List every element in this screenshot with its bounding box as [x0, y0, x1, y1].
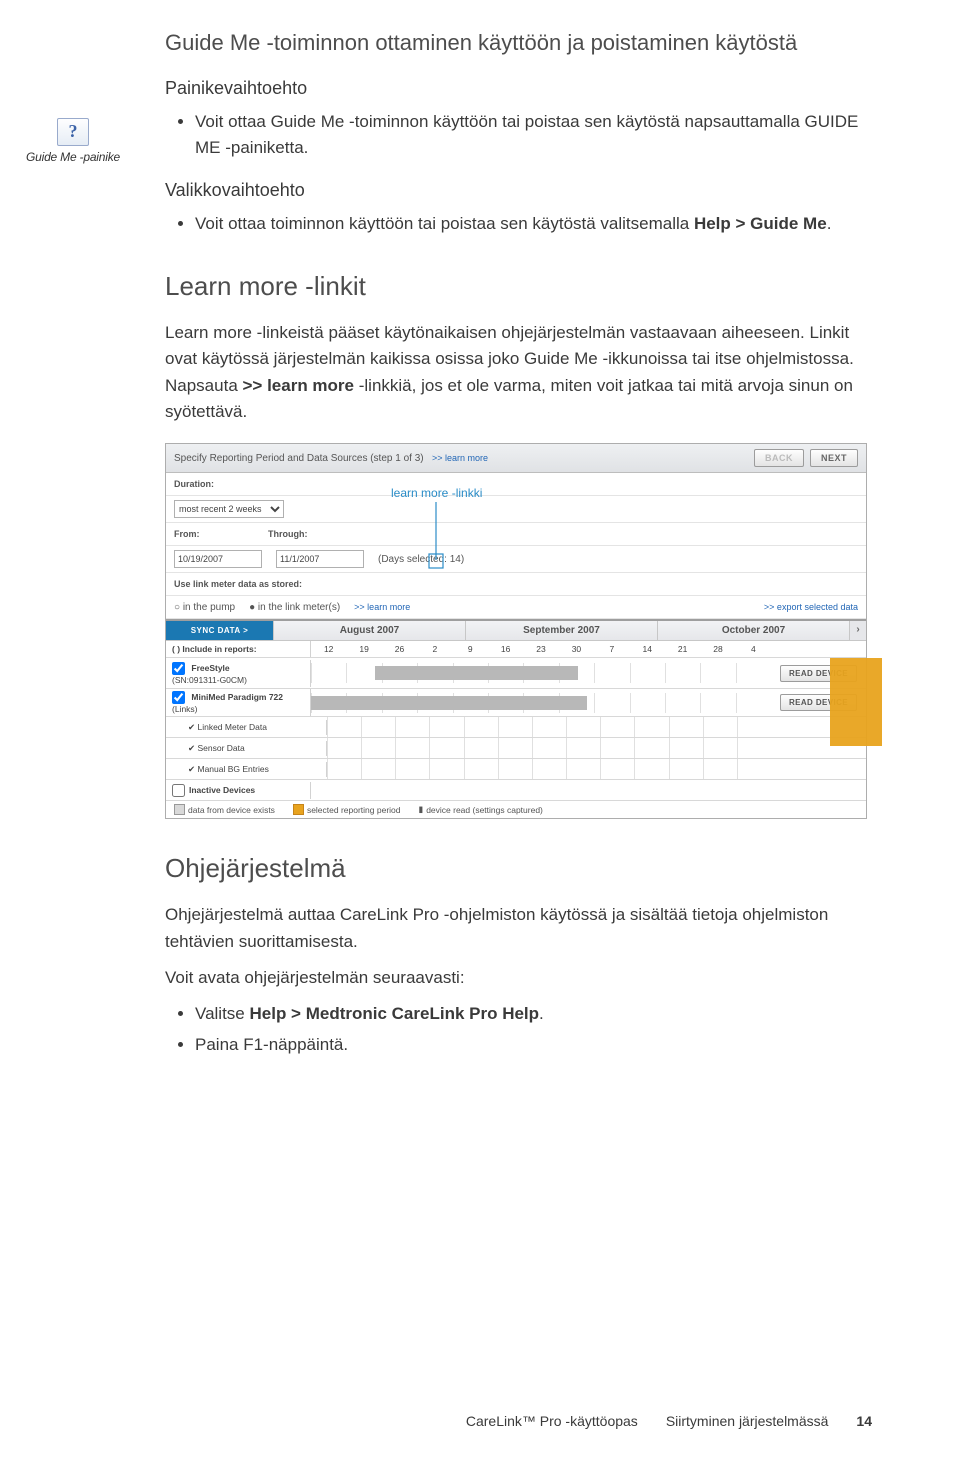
through-input[interactable]	[276, 550, 364, 568]
use-link-meter-label: Use link meter data as stored:	[174, 579, 302, 589]
export-link[interactable]: >> export selected data	[764, 602, 858, 612]
screenshot-legend: data from device exists selected reporti…	[166, 801, 866, 818]
bullet-menu-option: Voit ottaa toiminnon käyttöön tai poista…	[195, 211, 875, 237]
from-label: From:	[174, 529, 254, 539]
month-sep: September 2007	[465, 621, 657, 640]
subitem-label: Linked Meter Data	[197, 722, 266, 732]
help-bullet-pre: Valitse	[195, 1004, 250, 1023]
link-meter-options-row: ○ in the pump ● in the link meter(s) >> …	[166, 596, 866, 619]
day-tick: 7	[594, 641, 629, 657]
from-input[interactable]	[174, 550, 262, 568]
page-footer: CareLink™ Pro -käyttöopas Siirtyminen jä…	[0, 1413, 960, 1429]
bullet-button-option: Voit ottaa Guide Me -toiminnon käyttöön …	[195, 109, 875, 162]
through-label: Through:	[268, 529, 348, 539]
subheading-menu-option: Valikkovaihtoehto	[85, 180, 875, 201]
bullet-menu-option-post: .	[827, 214, 832, 233]
day-tick: 2	[417, 641, 452, 657]
month-aug: August 2007	[273, 621, 465, 640]
screenshot-title: Specify Reporting Period and Data Source…	[174, 453, 424, 464]
section-title-guide-me: Guide Me -toiminnon ottaminen käyttöön j…	[85, 30, 875, 56]
radio-in-meter-label: in the link meter(s)	[258, 602, 340, 613]
day-tick: 30	[559, 641, 594, 657]
device-row-freestyle: FreeStyle (SN:091311-G0CM) READ DEVICE	[166, 658, 866, 689]
device-sub-manual: ✔ Manual BG Entries	[166, 759, 866, 780]
day-tick: 14	[630, 641, 665, 657]
duration-select[interactable]: most recent 2 weeks	[174, 500, 284, 518]
day-tick: 12	[311, 641, 346, 657]
include-in-reports-label: ( ) Include in reports:	[166, 641, 311, 657]
from-through-labels: From: Through:	[166, 523, 866, 546]
subitem-label: Manual BG Entries	[197, 764, 268, 774]
day-scale: 12 19 26 2 9 16 23 30 7 14 21 28 4	[311, 641, 771, 657]
include-checkbox[interactable]	[172, 784, 185, 797]
days-selected-label: (Days selected: 14)	[378, 554, 464, 565]
learn-more-link-top[interactable]: >> learn more	[432, 453, 488, 463]
learn-more-link-name: >> learn more	[243, 376, 355, 395]
radio-in-pump[interactable]: ○ in the pump	[174, 602, 235, 613]
help-bullet-post: .	[539, 1004, 544, 1023]
day-tick: 19	[346, 641, 381, 657]
subheading-button-option: Painikevaihtoehto	[85, 78, 875, 99]
day-tick: 4	[736, 641, 771, 657]
subitem-label: Sensor Data	[197, 743, 244, 753]
device-sub-linked-meter: ✔ Linked Meter Data	[166, 717, 866, 738]
device-sn: (Links)	[172, 704, 198, 714]
side-figure: ? Guide Me -painike	[8, 118, 138, 164]
scroll-right-icon[interactable]: ›	[849, 621, 866, 640]
legend-item: ▮ device read (settings captured)	[419, 804, 543, 815]
day-tick: 23	[523, 641, 558, 657]
learn-more-link-inline[interactable]: >> learn more	[354, 602, 410, 612]
screenshot-titlebar: Specify Reporting Period and Data Source…	[166, 444, 866, 473]
device-name: MiniMed Paradigm 722	[191, 692, 283, 702]
day-tick: 21	[665, 641, 700, 657]
device-sub-sensor: ✔ Sensor Data	[166, 738, 866, 759]
timeline-header: SYNC DATA > August 2007 September 2007 O…	[166, 619, 866, 641]
radio-in-pump-label: in the pump	[183, 602, 235, 613]
bullet-menu-option-text: Voit ottaa toiminnon käyttöön tai poista…	[195, 214, 694, 233]
guide-me-icon: ?	[57, 118, 89, 146]
legend-item: data from device exists	[174, 804, 275, 815]
section-title-help-system: Ohjejärjestelmä	[85, 853, 875, 884]
help-menu-path: Help > Medtronic CareLink Pro Help	[250, 1004, 540, 1023]
include-checkbox[interactable]	[172, 662, 185, 675]
device-row-inactive: Inactive Devices	[166, 780, 866, 801]
include-checkbox[interactable]	[172, 691, 185, 704]
help-para-2: Voit avata ohjejärjestelmän seuraavasti:	[85, 965, 875, 991]
link-meter-row: Use link meter data as stored:	[166, 573, 866, 596]
footer-page-number: 14	[856, 1413, 872, 1429]
selected-period-band	[830, 658, 882, 746]
duration-label: Duration:	[174, 479, 214, 489]
radio-in-meter[interactable]: ● in the link meter(s)	[249, 602, 340, 613]
guide-me-icon-caption: Guide Me -painike	[8, 150, 138, 164]
footer-guide-name: CareLink™ Pro -käyttöopas	[466, 1413, 638, 1429]
day-tick: 26	[382, 641, 417, 657]
duration-value-row: most recent 2 weeks	[166, 496, 866, 523]
date-scale-row: ( ) Include in reports: 12 19 26 2 9 16 …	[166, 641, 866, 658]
day-tick: 16	[488, 641, 523, 657]
back-button[interactable]: BACK	[754, 449, 804, 467]
device-name: FreeStyle	[191, 663, 229, 673]
legend-item: selected reporting period	[293, 804, 401, 815]
device-sn: (SN:091311-G0CM)	[172, 675, 247, 685]
sync-data-button[interactable]: SYNC DATA >	[166, 621, 273, 640]
menu-path: Help > Guide Me	[694, 214, 827, 233]
duration-row: Duration:	[166, 473, 866, 496]
day-tick: 28	[700, 641, 735, 657]
section-title-learn-more: Learn more -linkit	[85, 271, 875, 302]
screenshot-learn-more: learn more -linkki Specify Reporting Per…	[165, 443, 867, 819]
help-para-1: Ohjejärjestelmä auttaa CareLink Pro -ohj…	[85, 902, 875, 955]
help-bullet-menu: Valitse Help > Medtronic CareLink Pro He…	[195, 1001, 875, 1027]
learn-more-paragraph: Learn more -linkeistä pääset käytönaikai…	[85, 320, 875, 425]
date-inputs-row: (Days selected: 14)	[166, 546, 866, 573]
day-tick: 9	[453, 641, 488, 657]
next-button[interactable]: NEXT	[810, 449, 858, 467]
device-name: Inactive Devices	[189, 785, 255, 795]
help-bullet-f1: Paina F1-näppäintä.	[195, 1032, 875, 1058]
annotation-label: learn more -linkki	[391, 486, 482, 500]
device-row-paradigm: MiniMed Paradigm 722 (Links) READ DEVICE	[166, 689, 866, 717]
footer-chapter-name: Siirtyminen järjestelmässä	[666, 1413, 829, 1429]
month-oct: October 2007	[657, 621, 849, 640]
